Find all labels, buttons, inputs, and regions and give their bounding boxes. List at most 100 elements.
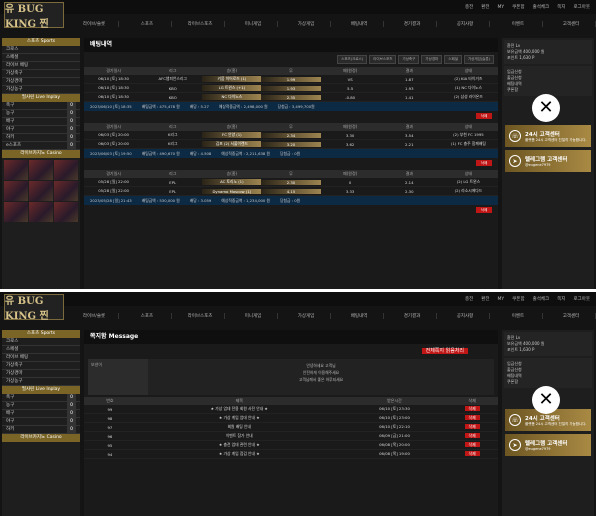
delete-message-button[interactable]: 삭제 bbox=[464, 442, 480, 447]
bet-cell[interactable]: (1) NC 다이노스 bbox=[439, 85, 498, 91]
filter-tab[interactable]: 가상경마 bbox=[421, 55, 443, 64]
inplay-item[interactable]: 배구 0 bbox=[2, 118, 80, 126]
message-row[interactable]: 94 ★ 가상 게임 점검 안내 ★ 06/08 [목] 19:00 삭제 bbox=[84, 450, 498, 459]
inplay-item[interactable]: 축구 0 bbox=[2, 102, 80, 110]
bet-cell[interactable]: (2) KIA 타이거즈 bbox=[439, 76, 498, 82]
bet-cell[interactable]: (1) FC 충주 함께배팅 bbox=[439, 141, 498, 147]
bet-cell[interactable]: 2.35 bbox=[261, 94, 321, 100]
bet-cell[interactable]: 2.14 bbox=[380, 180, 439, 185]
bet-cell[interactable]: -0.80 bbox=[321, 95, 380, 100]
bet-cell[interactable]: 1.87 bbox=[380, 77, 439, 82]
message-row[interactable]: 95 ★ 충전 업데 관련 안내 ★ 06/08 [목] 20:00 삭제 bbox=[84, 441, 498, 450]
inplay-item[interactable]: 하키 0 bbox=[2, 134, 80, 142]
bet-cell[interactable]: 1.41 bbox=[380, 95, 439, 100]
message-row[interactable]: 99 ★ 가상 업데 전용 회원 사전 안내 ★ 06/10 [토] 23:30 삭제 bbox=[84, 405, 498, 414]
bet-cell[interactable]: 4.15 bbox=[261, 188, 321, 194]
bet-cell[interactable]: (2) 라소시에다드 bbox=[439, 188, 498, 194]
top-link[interactable]: 쿠폰함 bbox=[512, 4, 524, 10]
top-link[interactable]: 쪽지 bbox=[557, 296, 565, 302]
nav-item[interactable]: 가상게임 bbox=[282, 313, 331, 319]
close-icon[interactable]: ✕ bbox=[532, 94, 560, 122]
casino-thumbnail[interactable] bbox=[4, 202, 28, 222]
close-icon[interactable]: ✕ bbox=[532, 386, 560, 414]
bet-cell[interactable]: (2) 삼성 라이온즈 bbox=[439, 94, 498, 100]
casino-thumbnail[interactable] bbox=[29, 181, 53, 201]
bet-cell[interactable]: LG 트윈스 (+1) bbox=[202, 85, 262, 91]
bet-cell[interactable]: 5.5 bbox=[321, 86, 380, 91]
inplay-item[interactable]: 축구 0 bbox=[2, 394, 80, 402]
casino-thumbnail[interactable] bbox=[54, 181, 78, 201]
casino-thumbnail[interactable] bbox=[4, 160, 28, 180]
stat-label[interactable]: 쿠폰함 bbox=[507, 379, 589, 385]
casino-thumbnail[interactable] bbox=[54, 202, 78, 222]
delete-message-button[interactable]: 삭제 bbox=[464, 451, 480, 456]
top-link[interactable]: MY bbox=[498, 297, 505, 302]
bet-cell[interactable]: 2.34 bbox=[261, 132, 321, 138]
casino-thumbnail[interactable] bbox=[54, 160, 78, 180]
bet-cell[interactable]: 2.30 bbox=[380, 189, 439, 194]
delete-button[interactable]: 삭제 bbox=[476, 207, 492, 213]
nav-item[interactable]: 배팅내역 bbox=[335, 21, 384, 27]
top-link[interactable]: 충전 bbox=[465, 4, 473, 10]
top-link[interactable]: 쿠폰함 bbox=[512, 296, 524, 302]
nav-item[interactable]: 미니게임 bbox=[229, 21, 278, 27]
bet-cell[interactable]: VS bbox=[321, 77, 380, 82]
sidebar-item[interactable]: 크로스 bbox=[2, 338, 80, 346]
inplay-item[interactable]: 농구 0 bbox=[2, 110, 80, 118]
nav-item[interactable]: 고객센터 bbox=[547, 21, 596, 27]
nav-item[interactable]: 이벤트 bbox=[494, 313, 543, 319]
delete-message-button[interactable]: 삭제 bbox=[464, 406, 480, 411]
sidebar-item[interactable]: 라이브 배팅 bbox=[2, 354, 80, 362]
nav-item[interactable]: 경기결과 bbox=[388, 21, 437, 27]
inplay-item[interactable]: 하키 0 bbox=[2, 426, 80, 434]
customer-center-button[interactable]: ☏ 24시 고객센터 플랫폼 24시 고객센터 친절히 가능합니다. bbox=[505, 125, 591, 147]
inplay-item[interactable]: 야구 0 bbox=[2, 126, 80, 134]
bet-cell[interactable]: 0 bbox=[321, 180, 380, 185]
nav-item[interactable]: 고객센터 bbox=[547, 313, 596, 319]
sidebar-item[interactable]: 라이브 배팅 bbox=[2, 62, 80, 70]
bet-cell[interactable]: 3.54 bbox=[380, 133, 439, 138]
bet-cell[interactable]: (2) LG 트윈스 bbox=[439, 179, 498, 185]
nav-item[interactable]: 라이브스포츠 bbox=[176, 313, 225, 319]
sidebar-item[interactable]: 가상경마 bbox=[2, 370, 80, 378]
nav-item[interactable]: 공지사항 bbox=[441, 313, 490, 319]
delete-message-button[interactable]: 삭제 bbox=[464, 433, 480, 438]
message-row[interactable]: 98 ★ 가상 게임 업데 안내 ★ 06/10 [토] 23:00 삭제 bbox=[84, 414, 498, 423]
bet-cell[interactable]: 김포 (2) 서울이랜드 bbox=[202, 141, 262, 147]
bet-cell[interactable]: 3.33 bbox=[321, 189, 380, 194]
inplay-item[interactable]: e스포츠 0 bbox=[2, 142, 80, 150]
top-link[interactable]: 로그아웃 bbox=[573, 4, 590, 10]
nav-item[interactable]: 공지사항 bbox=[441, 21, 490, 27]
bet-cell[interactable]: 2.21 bbox=[380, 142, 439, 147]
nav-item[interactable]: 이벤트 bbox=[494, 21, 543, 27]
top-link[interactable]: 출석체크 bbox=[533, 296, 550, 302]
delete-message-button[interactable]: 삭제 bbox=[464, 424, 480, 429]
bet-cell[interactable]: Dynamo Moscow (1) bbox=[202, 188, 262, 194]
sidebar-item[interactable]: 스페셜 bbox=[2, 54, 80, 62]
bet-cell[interactable]: 2.30 bbox=[261, 179, 321, 185]
bet-cell[interactable]: (2) 부천 FC 1995 bbox=[439, 132, 498, 138]
top-link[interactable]: 환전 bbox=[481, 4, 489, 10]
top-link[interactable]: 환전 bbox=[481, 296, 489, 302]
bet-cell[interactable]: 3.62 bbox=[321, 142, 380, 147]
sidebar-item[interactable]: 스페셜 bbox=[2, 346, 80, 354]
bet-cell[interactable]: AC 토리노 (1) bbox=[202, 179, 262, 185]
top-link[interactable]: 출석체크 bbox=[533, 4, 550, 10]
stat-label[interactable]: 쿠폰함 bbox=[507, 87, 589, 93]
nav-item[interactable]: 라이브스포츠 bbox=[176, 21, 225, 27]
nav-item[interactable]: 가상게임 bbox=[282, 21, 331, 27]
delete-button[interactable]: 삭제 bbox=[476, 113, 492, 119]
nav-item[interactable]: 경기결과 bbox=[388, 313, 437, 319]
sidebar-item[interactable]: 가상축구 bbox=[2, 70, 80, 78]
nav-item[interactable]: 라이브/슬롯 bbox=[70, 21, 119, 27]
site-logo[interactable]: 유 BUG KING 찐 bbox=[4, 2, 64, 30]
top-link[interactable]: 쪽지 bbox=[557, 4, 565, 10]
telegram-button[interactable]: ➤ 텔레그램 고객센터 @eugene7979 bbox=[505, 434, 591, 456]
bet-cell[interactable]: 키움 히어로즈 (1) bbox=[202, 76, 262, 82]
filter-tab[interactable]: 스포츠(크로스) bbox=[337, 55, 368, 64]
nav-item[interactable]: 스포츠 bbox=[123, 21, 172, 27]
top-link[interactable]: 로그아웃 bbox=[573, 296, 590, 302]
nav-item[interactable]: 배팅내역 bbox=[335, 313, 384, 319]
filter-tab[interactable]: 가상게임(슬롯) bbox=[463, 55, 494, 64]
filter-tab[interactable]: 스페셜 bbox=[444, 55, 462, 64]
